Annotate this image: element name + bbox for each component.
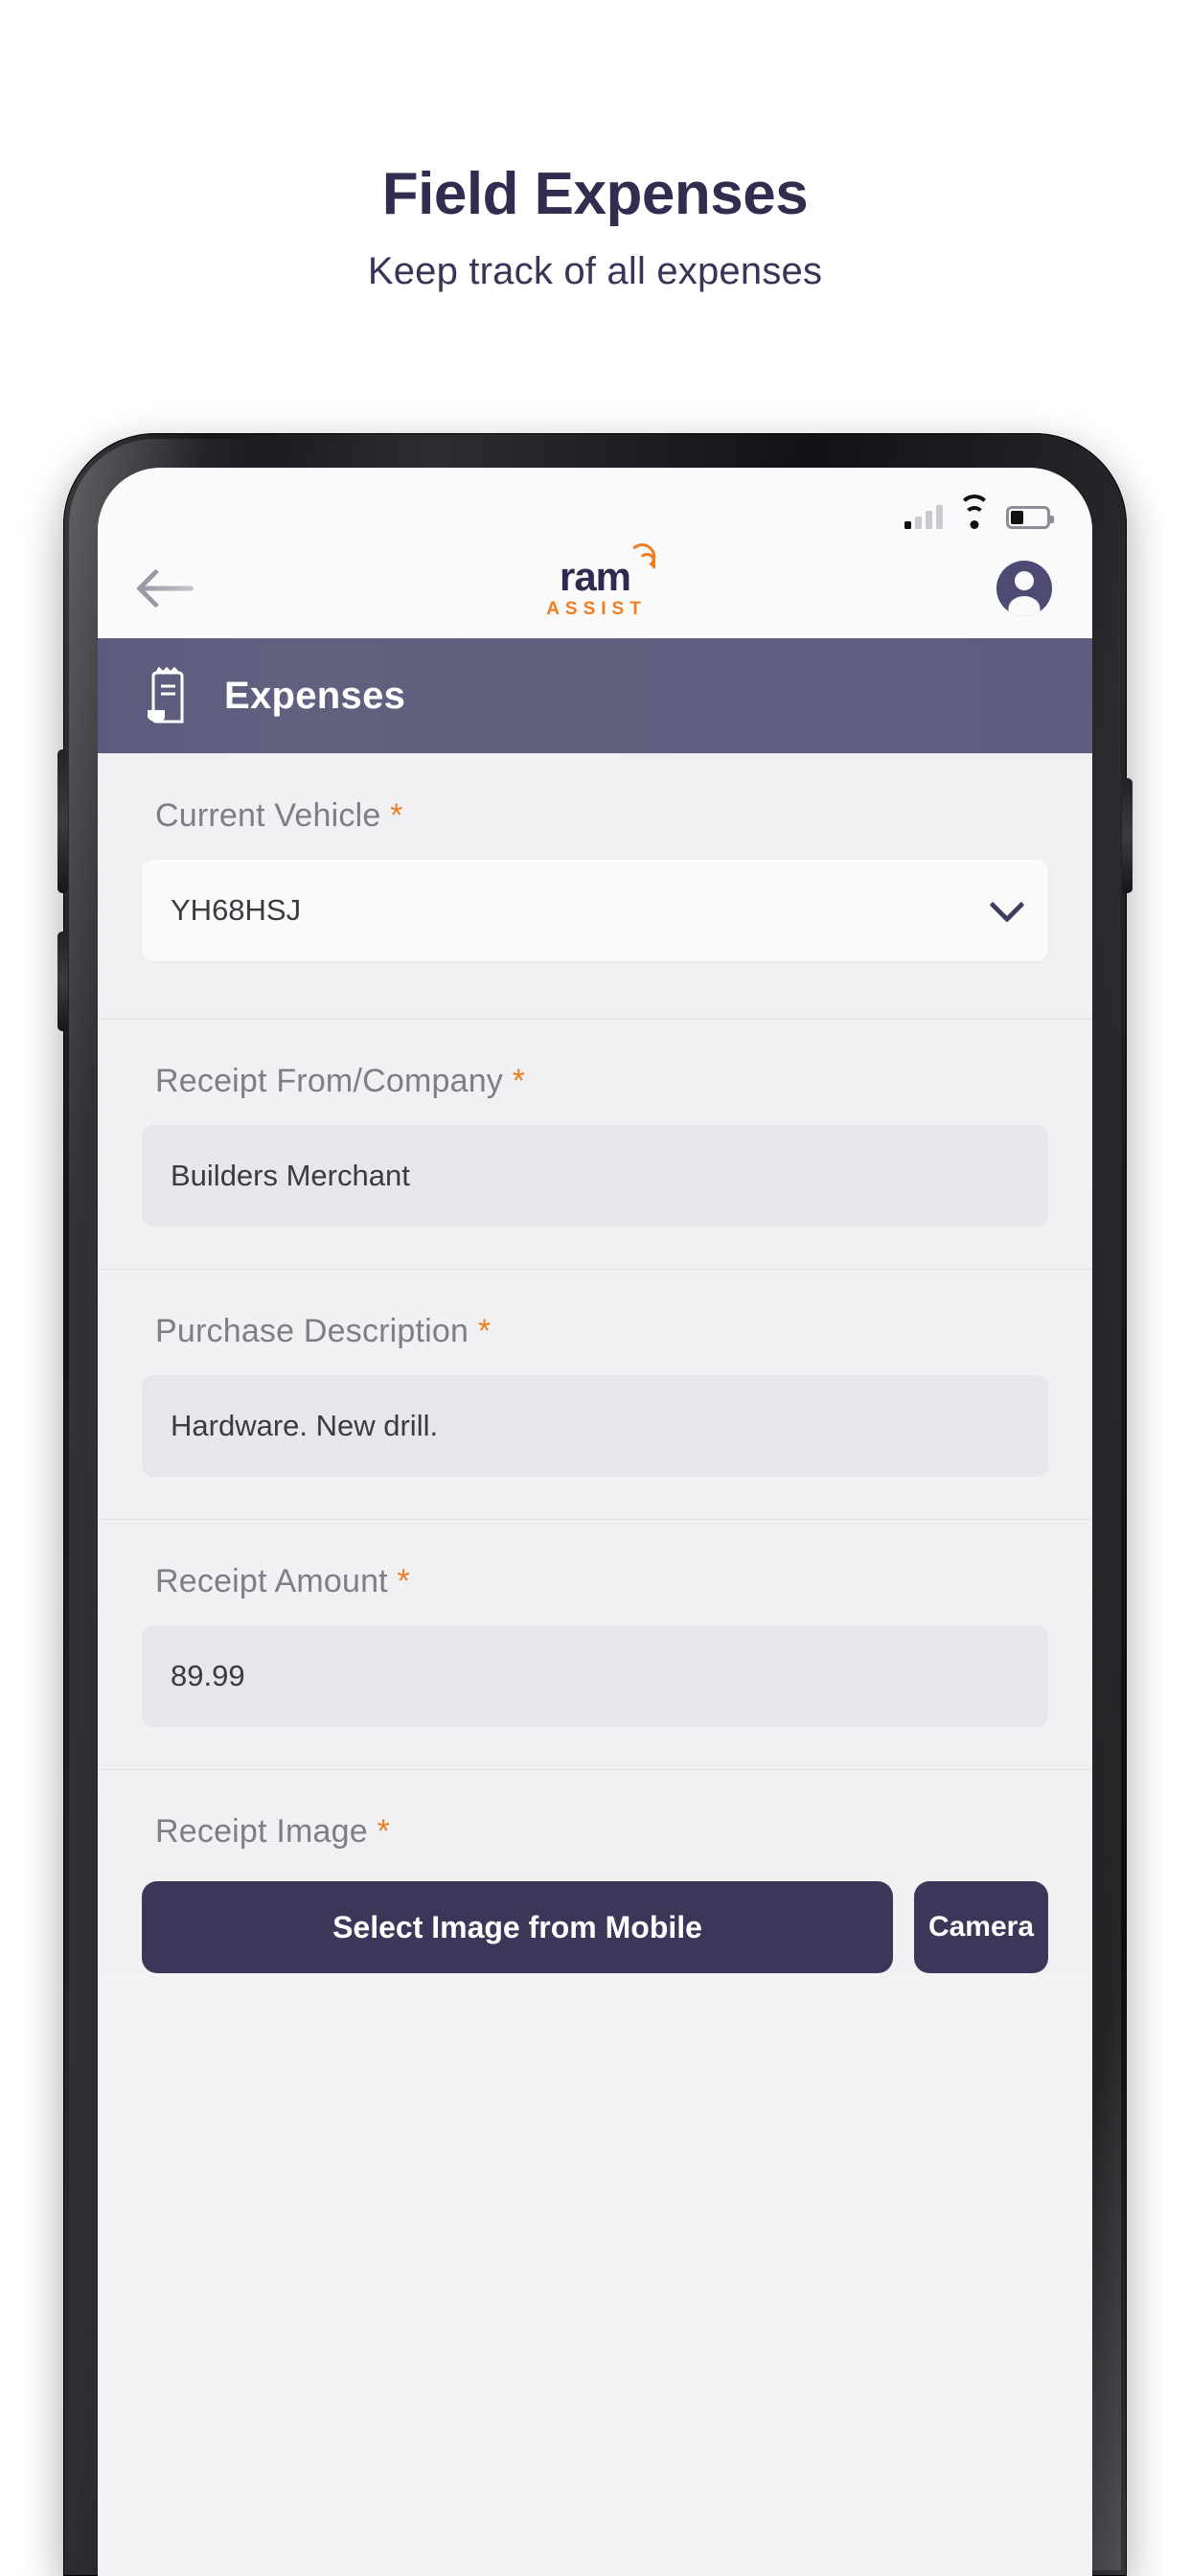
input-receipt-amount-value: 89.99: [171, 1659, 245, 1692]
back-arrow-icon[interactable]: [140, 569, 195, 608]
required-asterisk: *: [377, 1813, 390, 1850]
label-current-vehicle: Current Vehicle *: [155, 797, 403, 834]
logo-wordmark: ram: [560, 543, 656, 597]
camera-button[interactable]: Camera: [914, 1881, 1048, 1973]
chevron-down-icon: [989, 886, 1025, 923]
input-purchase-description[interactable]: Hardware. New drill.: [142, 1375, 1048, 1477]
assistant-button[interactable]: [57, 932, 68, 1031]
label-receipt-from: Receipt From/Company *: [155, 1063, 526, 1099]
field-current-vehicle: Current Vehicle * YH68HSJ: [98, 753, 1092, 1019]
label-receipt-image: Receipt Image *: [155, 1813, 390, 1850]
page-title: Field Expenses: [381, 161, 809, 227]
field-receipt-image: Receipt Image *: [98, 1769, 1092, 1875]
label-receipt-amount: Receipt Amount *: [155, 1563, 410, 1599]
input-receipt-from[interactable]: Builders Merchant: [142, 1125, 1048, 1227]
power-button[interactable]: [1122, 778, 1133, 893]
status-bar: [98, 468, 1092, 539]
field-purchase-description: Purchase Description * Hardware. New dri…: [98, 1269, 1092, 1519]
section-header: Expenses: [98, 638, 1092, 753]
input-receipt-from-value: Builders Merchant: [171, 1159, 410, 1192]
select-current-vehicle[interactable]: YH68HSJ: [142, 860, 1048, 961]
signal-arc-icon: [627, 541, 656, 570]
input-purchase-description-value: Hardware. New drill.: [171, 1409, 439, 1442]
page-subtitle: Keep track of all expenses: [367, 250, 823, 293]
phone-mockup: ram ASSIST Expenses Current Vehicle * YH…: [57, 433, 1133, 2576]
wifi-icon: [958, 494, 991, 529]
signal-bars-icon: [904, 504, 943, 529]
label-purchase-description: Purchase Description *: [155, 1313, 492, 1349]
battery-icon: [1006, 506, 1054, 529]
receipt-image-buttons: Select Image from Mobile Camera: [98, 1881, 1092, 1973]
promo-header: Field Expenses Keep track of all expense…: [0, 0, 1190, 293]
app-logo: ram ASSIST: [543, 543, 656, 620]
account-avatar-icon[interactable]: [996, 561, 1052, 616]
receipt-icon: [144, 667, 192, 724]
required-asterisk: *: [512, 1063, 526, 1099]
field-receipt-from: Receipt From/Company * Builders Merchant: [98, 1019, 1092, 1269]
required-asterisk: *: [397, 1563, 410, 1599]
phone-screen: ram ASSIST Expenses Current Vehicle * YH…: [98, 468, 1092, 2576]
app-navbar: ram ASSIST: [98, 539, 1092, 638]
logo-tagline: ASSIST: [546, 599, 647, 619]
select-current-vehicle-value: YH68HSJ: [171, 893, 302, 927]
expenses-form: Current Vehicle * YH68HSJ Receipt From/C…: [98, 753, 1092, 1973]
volume-button[interactable]: [57, 749, 68, 893]
section-title: Expenses: [224, 674, 406, 717]
required-asterisk: *: [477, 1313, 492, 1349]
field-receipt-amount: Receipt Amount * 89.99: [98, 1519, 1092, 1769]
promo-screenshot-page: Field Expenses Keep track of all expense…: [0, 0, 1190, 2576]
input-receipt-amount[interactable]: 89.99: [142, 1625, 1048, 1727]
select-image-button[interactable]: Select Image from Mobile: [142, 1881, 893, 1973]
required-asterisk: *: [390, 797, 403, 834]
